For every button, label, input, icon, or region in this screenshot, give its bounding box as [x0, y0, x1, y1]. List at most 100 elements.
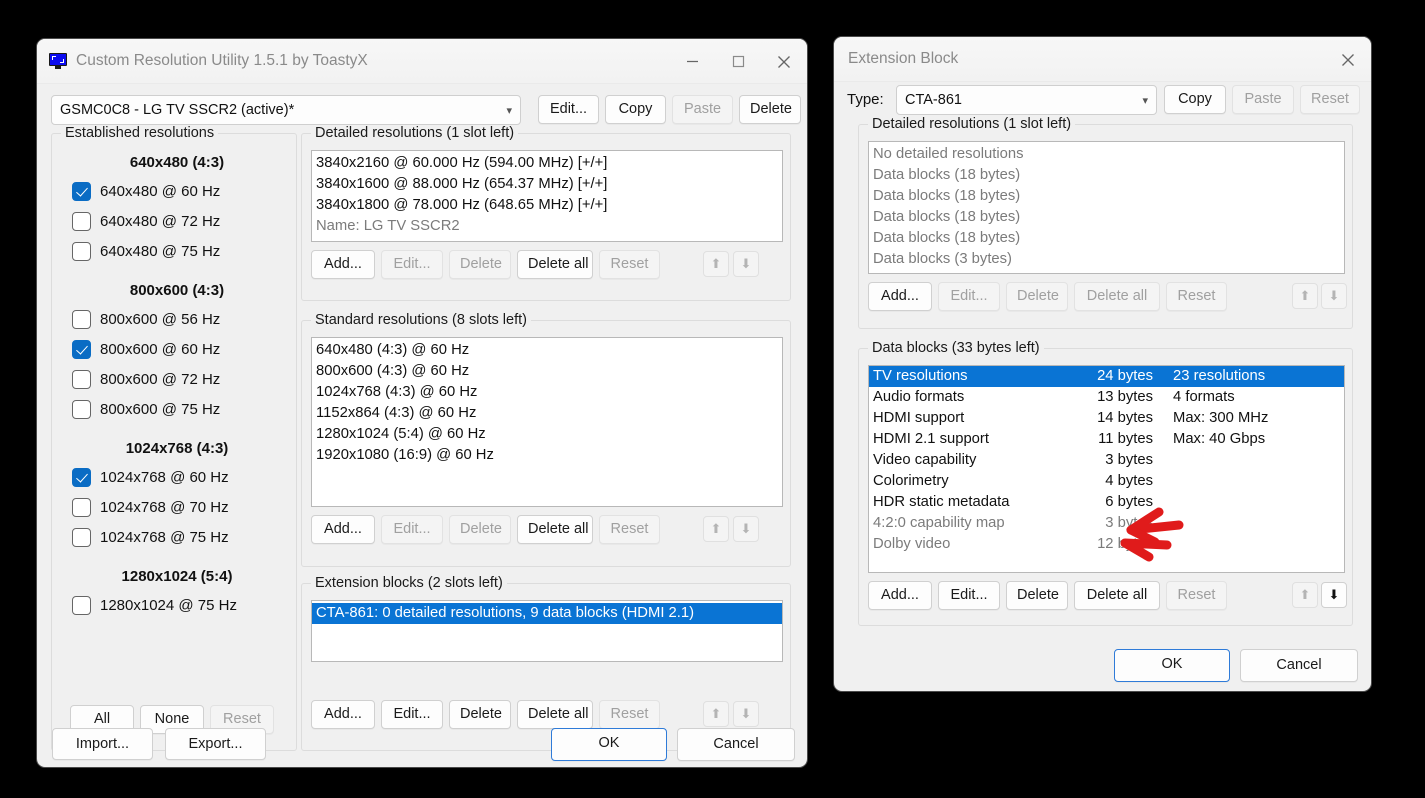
datablocks-edit-button[interactable]: Edit... — [938, 581, 1000, 610]
list-item[interactable]: 1280x1024 (5:4) @ 60 Hz — [312, 424, 782, 445]
ok-button[interactable]: OK — [551, 728, 667, 761]
list-item[interactable]: No detailed resolutions — [869, 144, 1344, 165]
list-item[interactable]: 3840x1800 @ 78.000 Hz (648.65 MHz) [+/+] — [312, 195, 782, 216]
close-icon[interactable] — [761, 39, 807, 84]
datablocks-delete-button[interactable]: Delete — [1006, 581, 1068, 610]
ext-detailed-edit-button[interactable]: Edit... — [938, 282, 1000, 311]
table-row[interactable]: TV resolutions 24 bytes 23 resolutions — [869, 366, 1344, 387]
checkbox-box[interactable] — [72, 595, 91, 615]
checkbox-box[interactable] — [72, 497, 91, 517]
arrow-down-icon[interactable]: ⬇ — [1321, 283, 1347, 309]
ext-detailed-list[interactable]: No detailed resolutions Data blocks (18 … — [868, 141, 1345, 274]
checkbox-1024x768-60[interactable]: 1024x768 @ 60 Hz — [72, 462, 282, 492]
extension-window-controls[interactable] — [1325, 37, 1371, 82]
list-item[interactable]: CTA-861: 0 detailed resolutions, 9 data … — [312, 603, 782, 624]
list-item[interactable]: Data blocks (18 bytes) — [869, 228, 1344, 249]
checkbox-800x600-60[interactable]: 800x600 @ 60 Hz — [72, 334, 282, 364]
table-row[interactable]: Colorimetry 4 bytes — [869, 471, 1344, 492]
table-row[interactable]: HDR static metadata 6 bytes — [869, 492, 1344, 513]
list-item[interactable]: 1024x768 (4:3) @ 60 Hz — [312, 382, 782, 403]
extension-block-window[interactable]: Extension Block Type: CTA-861 ▾ Copy Pas… — [833, 36, 1372, 692]
list-item[interactable]: Name: LG TV SSCR2 — [312, 216, 782, 237]
standard-delete-button[interactable]: Delete — [449, 515, 511, 544]
import-button[interactable]: Import... — [52, 728, 153, 760]
arrow-down-icon[interactable]: ⬇ — [733, 516, 759, 542]
checkbox-box[interactable] — [72, 181, 91, 201]
arrow-up-icon[interactable]: ⬆ — [1292, 283, 1318, 309]
extension-blocks-list[interactable]: CTA-861: 0 detailed resolutions, 9 data … — [311, 600, 783, 662]
main-titlebar[interactable]: Custom Resolution Utility 1.5.1 by Toast… — [37, 39, 807, 84]
checkbox-box[interactable] — [72, 339, 91, 359]
detailed-add-button[interactable]: Add... — [311, 250, 375, 279]
list-item[interactable]: 3840x2160 @ 60.000 Hz (594.00 MHz) [+/+] — [312, 153, 782, 174]
checkbox-box[interactable] — [72, 527, 91, 547]
ext-cancel-button[interactable]: Cancel — [1240, 649, 1358, 682]
ext-detailed-reset-button[interactable]: Reset — [1166, 282, 1227, 311]
datablocks-delete-all-button[interactable]: Delete all — [1074, 581, 1160, 610]
table-row[interactable]: HDMI support 14 bytes Max: 300 MHz — [869, 408, 1344, 429]
table-row[interactable]: 4:2:0 capability map 3 bytes — [869, 513, 1344, 534]
arrow-up-icon[interactable]: ⬆ — [703, 516, 729, 542]
detailed-resolutions-list[interactable]: 3840x2160 @ 60.000 Hz (594.00 MHz) [+/+]… — [311, 150, 783, 242]
display-select[interactable]: GSMC0C8 - LG TV SSCR2 (active)* ▾ — [51, 95, 521, 125]
arrow-up-icon[interactable]: ⬆ — [1292, 582, 1318, 608]
list-item[interactable]: 640x480 (4:3) @ 60 Hz — [312, 340, 782, 361]
checkbox-1024x768-70[interactable]: 1024x768 @ 70 Hz — [72, 492, 282, 522]
ext-paste-button[interactable]: Paste — [1232, 85, 1294, 114]
detailed-delete-button[interactable]: Delete — [449, 250, 511, 279]
edit-profile-button[interactable]: Edit... — [538, 95, 599, 124]
export-button[interactable]: Export... — [165, 728, 266, 760]
list-item[interactable]: Data blocks (3 bytes) — [869, 249, 1344, 270]
extension-titlebar[interactable]: Extension Block — [834, 37, 1371, 82]
table-row[interactable]: Dolby video 12 bytes — [869, 534, 1344, 555]
ext-copy-button[interactable]: Copy — [1164, 85, 1226, 114]
checkbox-box[interactable] — [72, 399, 91, 419]
checkbox-box[interactable] — [72, 241, 91, 261]
ext-reset-button[interactable]: Reset — [599, 700, 660, 729]
copy-profile-button[interactable]: Copy — [605, 95, 666, 124]
detailed-edit-button[interactable]: Edit... — [381, 250, 443, 279]
checkbox-640x480-60[interactable]: 640x480 @ 60 Hz — [72, 176, 282, 206]
list-item[interactable]: Data blocks (18 bytes) — [869, 165, 1344, 186]
checkbox-1024x768-75[interactable]: 1024x768 @ 75 Hz — [72, 522, 282, 552]
table-row[interactable]: Video capability 3 bytes — [869, 450, 1344, 471]
datablocks-add-button[interactable]: Add... — [868, 581, 932, 610]
table-row[interactable]: HDMI 2.1 support 11 bytes Max: 40 Gbps — [869, 429, 1344, 450]
ext-detailed-delete-button[interactable]: Delete — [1006, 282, 1068, 311]
cancel-button[interactable]: Cancel — [677, 728, 795, 761]
detailed-delete-all-button[interactable]: Delete all — [517, 250, 593, 279]
checkbox-800x600-75[interactable]: 800x600 @ 75 Hz — [72, 394, 282, 424]
close-icon[interactable] — [1325, 37, 1371, 82]
ext-detailed-delete-all-button[interactable]: Delete all — [1074, 282, 1160, 311]
checkbox-box[interactable] — [72, 211, 91, 231]
checkbox-box[interactable] — [72, 309, 91, 329]
datablocks-reset-button[interactable]: Reset — [1166, 581, 1227, 610]
checkbox-box[interactable] — [72, 467, 91, 487]
checkbox-800x600-72[interactable]: 800x600 @ 72 Hz — [72, 364, 282, 394]
window-controls[interactable] — [669, 39, 807, 84]
minimize-icon[interactable] — [669, 39, 715, 84]
maximize-icon[interactable] — [715, 39, 761, 84]
ext-detailed-add-button[interactable]: Add... — [868, 282, 932, 311]
paste-profile-button[interactable]: Paste — [672, 95, 733, 124]
arrow-up-icon[interactable]: ⬆ — [703, 701, 729, 727]
custom-resolution-utility-window[interactable]: Custom Resolution Utility 1.5.1 by Toast… — [36, 38, 808, 768]
checkbox-800x600-56[interactable]: 800x600 @ 56 Hz — [72, 304, 282, 334]
checkbox-640x480-75[interactable]: 640x480 @ 75 Hz — [72, 236, 282, 266]
ext-ok-button[interactable]: OK — [1114, 649, 1230, 682]
list-item[interactable]: 1920x1080 (16:9) @ 60 Hz — [312, 445, 782, 466]
detailed-reset-button[interactable]: Reset — [599, 250, 660, 279]
list-item[interactable]: Data blocks (18 bytes) — [869, 207, 1344, 228]
list-item[interactable]: 1152x864 (4:3) @ 60 Hz — [312, 403, 782, 424]
table-row[interactable]: Audio formats 13 bytes 4 formats — [869, 387, 1344, 408]
arrow-down-icon[interactable]: ⬇ — [1321, 582, 1347, 608]
type-select[interactable]: CTA-861 ▾ — [896, 85, 1157, 115]
delete-profile-button[interactable]: Delete — [739, 95, 801, 124]
standard-resolutions-list[interactable]: 640x480 (4:3) @ 60 Hz 800x600 (4:3) @ 60… — [311, 337, 783, 507]
list-item[interactable]: 3840x1600 @ 88.000 Hz (654.37 MHz) [+/+] — [312, 174, 782, 195]
ext-add-button[interactable]: Add... — [311, 700, 375, 729]
standard-delete-all-button[interactable]: Delete all — [517, 515, 593, 544]
ext-header-reset-button[interactable]: Reset — [1300, 85, 1360, 114]
ext-delete-all-button[interactable]: Delete all — [517, 700, 593, 729]
ext-edit-button[interactable]: Edit... — [381, 700, 443, 729]
